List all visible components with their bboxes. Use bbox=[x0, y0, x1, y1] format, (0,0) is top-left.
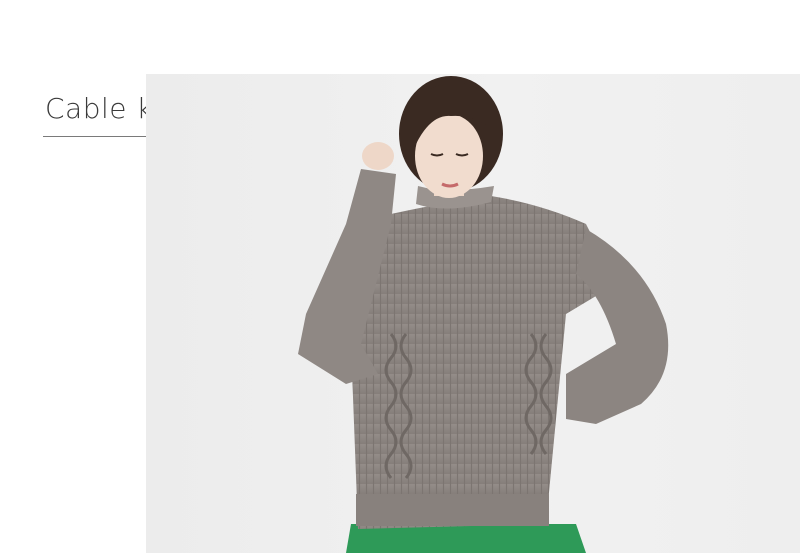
model-illustration bbox=[298, 76, 669, 553]
raised-hand bbox=[362, 142, 394, 170]
model-photo bbox=[146, 74, 800, 553]
sweater-hem bbox=[356, 494, 549, 526]
sweater-right-sleeve bbox=[566, 229, 669, 424]
